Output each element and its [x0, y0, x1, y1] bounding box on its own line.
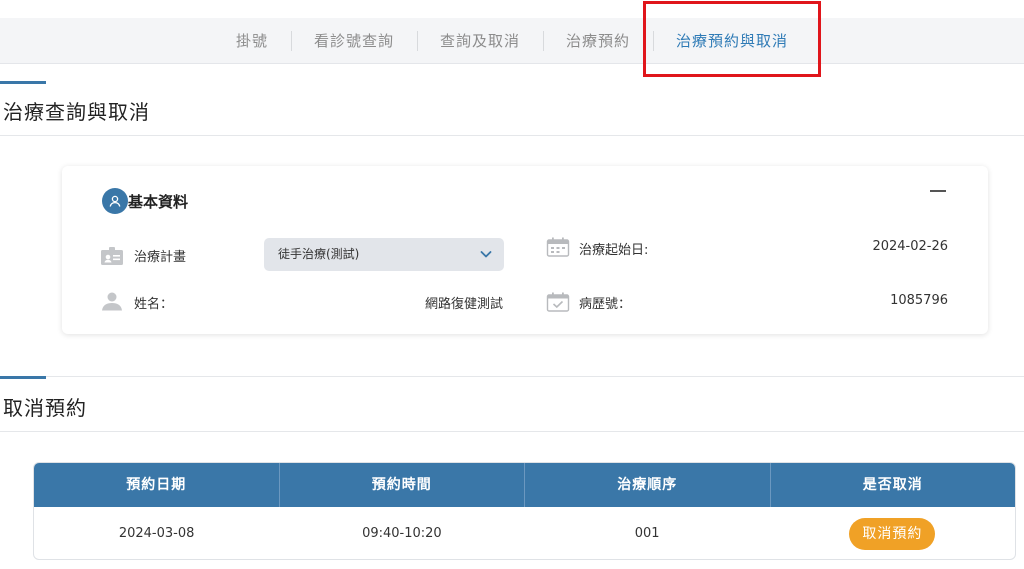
- column-header-order: 治療順序: [524, 463, 770, 507]
- page-title: 治療查詢與取消: [3, 100, 150, 124]
- chevron-down-icon: [480, 251, 492, 258]
- cell-action: 取消預約: [770, 517, 1015, 550]
- tab-bar: 掛號 看診號查詢 查詢及取消 治療預約 治療預約與取消: [0, 1, 1024, 77]
- id-card-icon: [101, 247, 123, 265]
- section-divider: [0, 431, 1024, 432]
- name-value: 網路復健測試: [424, 297, 503, 312]
- minus-icon: [930, 190, 946, 192]
- card-title: 基本資料: [128, 192, 189, 211]
- name-label: 姓名：: [134, 297, 174, 312]
- calendar-icon: [546, 237, 570, 257]
- section-divider: [0, 135, 1024, 136]
- column-header-time: 預約時間: [278, 463, 525, 507]
- section-divider: [0, 376, 1024, 377]
- card-header: 基本資料: [102, 188, 188, 214]
- table-row: 2024-03-08 09:40-10:20 001 取消預約: [34, 507, 1015, 559]
- calendar-check-icon: [546, 292, 570, 312]
- section-accent-bar: [0, 376, 46, 379]
- treatment-plan-selected-value: 徒手治療(測試): [278, 247, 360, 261]
- collapse-button[interactable]: [922, 180, 954, 202]
- tab-consult-number-query[interactable]: 看診號查詢: [290, 18, 417, 64]
- cell-time: 09:40-10:20: [362, 526, 442, 541]
- record-number-label: 病歷號：: [579, 297, 632, 312]
- start-date-label: 治療起始日:: [579, 243, 649, 258]
- tab-registration[interactable]: 掛號: [213, 18, 291, 64]
- section-accent-bar: [0, 81, 46, 84]
- column-header-cancel: 是否取消: [769, 463, 1016, 507]
- column-header-date: 預約日期: [126, 477, 187, 493]
- basic-info-card: 基本資料 治療計畫 徒手治療(測試) 治療起始日: 2024-02-26 姓名：…: [62, 166, 988, 334]
- tab-treatment-booking[interactable]: 治療預約: [543, 18, 653, 64]
- tab-query-and-cancel[interactable]: 查詢及取消: [416, 18, 543, 64]
- cell-date: 2024-03-08: [118, 526, 195, 541]
- record-number-value: 1085796: [890, 293, 948, 308]
- treatment-plan-select[interactable]: 徒手治療(測試): [264, 238, 504, 271]
- tab-treatment-booking-and-cancel[interactable]: 治療預約與取消: [643, 1, 822, 77]
- user-avatar-icon: [102, 188, 128, 214]
- treatment-plan-label: 治療計畫: [134, 250, 187, 265]
- top-navigation: 掛號 看診號查詢 查詢及取消 治療預約 治療預約與取消: [0, 1, 1024, 77]
- start-date-value: 2024-02-26: [872, 239, 948, 254]
- cancel-section-title: 取消預約: [3, 396, 87, 420]
- cancel-appointment-button[interactable]: 取消預約: [849, 517, 936, 550]
- person-icon: [102, 292, 122, 311]
- cell-order: 001: [634, 526, 660, 541]
- table-header: 預約日期 預約時間 治療順序 是否取消: [34, 463, 1015, 507]
- appointment-table: 預約日期 預約時間 治療順序 是否取消 2024-03-08 09:40-10:…: [33, 462, 1016, 560]
